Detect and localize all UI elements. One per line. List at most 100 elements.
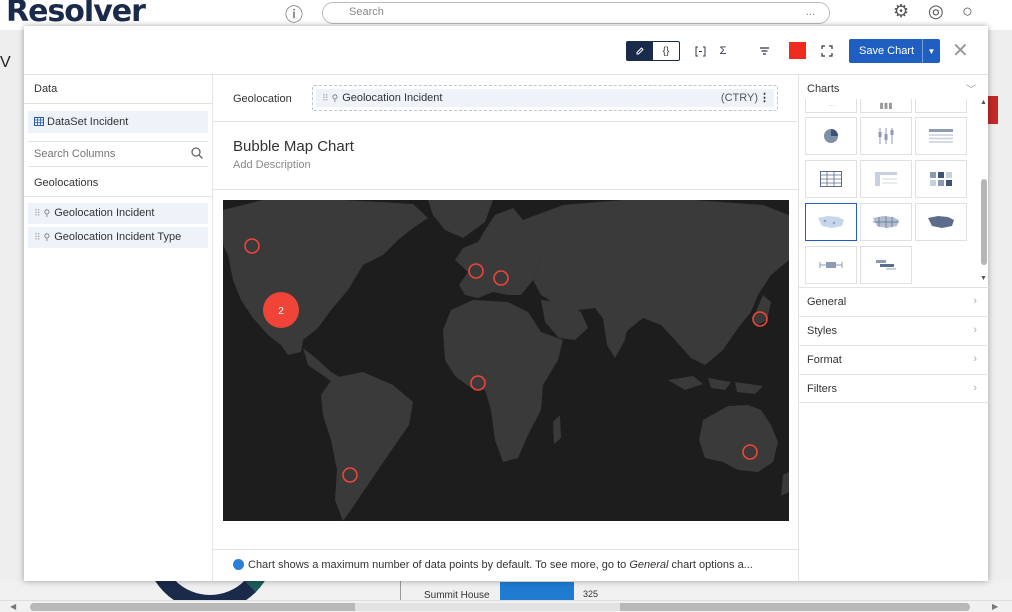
drag-handle-icon[interactable]: ⠿ <box>34 208 41 218</box>
section-label: Format <box>807 354 842 366</box>
kebab-menu-icon[interactable]: ⋮ <box>759 91 770 104</box>
chip-suffix: (CTRY) <box>720 92 758 104</box>
background-red-tab <box>988 96 998 124</box>
pie-chart-icon <box>824 129 838 143</box>
gallery-scrollbar-thumb[interactable] <box>981 179 987 265</box>
expand-icon <box>821 45 833 57</box>
scroll-down-icon[interactable]: ▼ <box>980 275 987 282</box>
search-icon[interactable] <box>190 146 204 160</box>
chart-type-boxplot[interactable] <box>860 117 912 155</box>
geolocation-chip[interactable]: ⠿ ⚲ Geolocation Incident (CTRY) ⋮ <box>316 89 774 107</box>
background-bar-value: 325 <box>583 589 599 599</box>
code-mode-button[interactable]: {} <box>653 42 679 60</box>
column-item-geolocation-incident-type[interactable]: ⠿ ⚲ Geolocation Incident Type <box>28 227 208 248</box>
scroll-left-icon[interactable]: ◀ <box>10 602 16 611</box>
filter-lines-icon <box>759 47 769 55</box>
sort-button[interactable] <box>754 41 774 61</box>
global-search-input[interactable]: Search ... <box>322 2 830 24</box>
chart-description[interactable]: Add Description <box>233 159 311 171</box>
background-letter: V <box>0 54 11 71</box>
color-picker-button[interactable] <box>789 42 806 59</box>
bubble-mark[interactable] <box>470 375 486 391</box>
pivot-chart-icon <box>875 172 897 186</box>
chart-type-grid[interactable] <box>805 160 857 198</box>
range-chart-icon <box>819 262 843 268</box>
background-left-strip: V <box>0 30 24 600</box>
filter-panel-button[interactable] <box>690 41 710 61</box>
app-logo: Resolver <box>6 0 146 29</box>
scroll-right-icon[interactable]: ▶ <box>992 602 998 611</box>
save-chart-button[interactable]: Save Chart ▼ <box>849 39 940 63</box>
section-styles[interactable]: Styles › <box>799 316 989 345</box>
column-label: Geolocation Incident <box>54 207 155 219</box>
drag-handle-icon[interactable]: ⠿ <box>322 93 329 103</box>
bubble-japan[interactable] <box>752 311 768 327</box>
chart-type-filled-map[interactable] <box>915 203 967 241</box>
bubble-united-states[interactable]: 2 <box>263 292 299 328</box>
bubble-chile[interactable] <box>342 467 358 483</box>
close-icon[interactable]: ✕ <box>952 38 969 62</box>
bubble-mark[interactable] <box>752 311 768 327</box>
bubble-mark[interactable] <box>493 270 509 286</box>
chart-canvas-area: Geolocation ⠿ ⚲ Geolocation Incident (CTRY… <box>213 74 798 581</box>
section-label: General <box>807 296 847 308</box>
chevron-right-icon: › <box>973 382 977 394</box>
user-icon[interactable]: ○ <box>962 1 973 22</box>
section-general[interactable]: General › <box>799 287 989 316</box>
horizontal-scrollbar[interactable]: ◀ ▶ <box>0 600 1012 612</box>
chart-type-table[interactable] <box>915 117 967 155</box>
scroll-up-icon[interactable]: ▲ <box>980 99 987 106</box>
chart-type-pivot[interactable] <box>860 160 912 198</box>
bubble-mark[interactable] <box>742 444 758 460</box>
chevron-down-icon[interactable]: ▼ <box>922 39 940 63</box>
column-search[interactable] <box>28 141 208 167</box>
bubble-map[interactable]: 2 <box>223 200 789 521</box>
info-icon <box>233 559 244 570</box>
chart-title[interactable]: Bubble Map Chart <box>233 138 354 155</box>
background-dashboard: Summit House 325 <box>0 581 1012 601</box>
geolocation-field-label: Geolocation <box>233 93 292 105</box>
column-item-geolocation-incident[interactable]: ⠿ ⚲ Geolocation Incident <box>28 203 208 224</box>
pencil-icon <box>636 47 644 55</box>
design-mode-button[interactable] <box>627 42 653 60</box>
chart-type-tile[interactable] <box>915 99 967 113</box>
bubble-germany[interactable] <box>493 270 509 286</box>
chart-type-range[interactable] <box>805 246 857 284</box>
mode-toggle[interactable]: {} <box>626 41 680 61</box>
bubble-layer[interactable]: 2 <box>223 200 789 521</box>
chart-type-choropleth[interactable] <box>860 203 912 241</box>
section-label: Filters <box>807 383 837 395</box>
background-axis-line <box>400 581 401 600</box>
section-format[interactable]: Format › <box>799 345 989 374</box>
drag-handle-icon[interactable]: ⠿ <box>34 232 41 242</box>
notice-emphasis: General <box>629 559 669 571</box>
geolocations-group-label: Geolocations <box>34 177 99 189</box>
chart-type-tile[interactable]: ··· <box>805 99 857 113</box>
bubble-nigeria[interactable] <box>470 375 486 391</box>
sigma-button[interactable]: Σ <box>713 41 733 61</box>
chart-type-pie[interactable] <box>805 117 857 155</box>
bubble-united-kingdom[interactable] <box>468 263 484 279</box>
bubble-mark[interactable] <box>342 467 358 483</box>
bubble-australia[interactable] <box>742 444 758 460</box>
bars-icon: ▮▮▮ <box>879 100 893 110</box>
chart-type-bubble-map[interactable] <box>805 203 857 241</box>
section-filters[interactable]: Filters › <box>799 374 989 403</box>
map-pin-icon: ⚲ <box>43 232 51 242</box>
bubble-mark[interactable] <box>244 238 260 254</box>
column-search-input[interactable] <box>34 148 184 160</box>
map-pin-icon: ⚲ <box>331 93 339 103</box>
gear-icon[interactable]: ⚙ <box>893 1 909 22</box>
chart-type-gantt[interactable] <box>860 246 912 284</box>
fullscreen-button[interactable] <box>817 41 837 61</box>
chart-type-tile[interactable]: ▮▮▮ <box>860 99 912 113</box>
gallery-scrollbar[interactable]: ▲ ▼ <box>979 99 989 287</box>
bubble-western-canada[interactable] <box>244 238 260 254</box>
notice-text: Chart shows a maximum number of data poi… <box>248 559 630 571</box>
dataset-item[interactable]: DataSet Incident <box>28 111 208 133</box>
chart-type-heatmap[interactable] <box>915 160 967 198</box>
bubble-mark[interactable] <box>468 263 484 279</box>
geolocation-drop-zone[interactable]: ⠿ ⚲ Geolocation Incident (CTRY) ⋮ <box>312 85 778 111</box>
chevron-down-icon[interactable]: ﹀ <box>966 81 976 96</box>
help-icon[interactable]: ◎ <box>928 1 944 22</box>
